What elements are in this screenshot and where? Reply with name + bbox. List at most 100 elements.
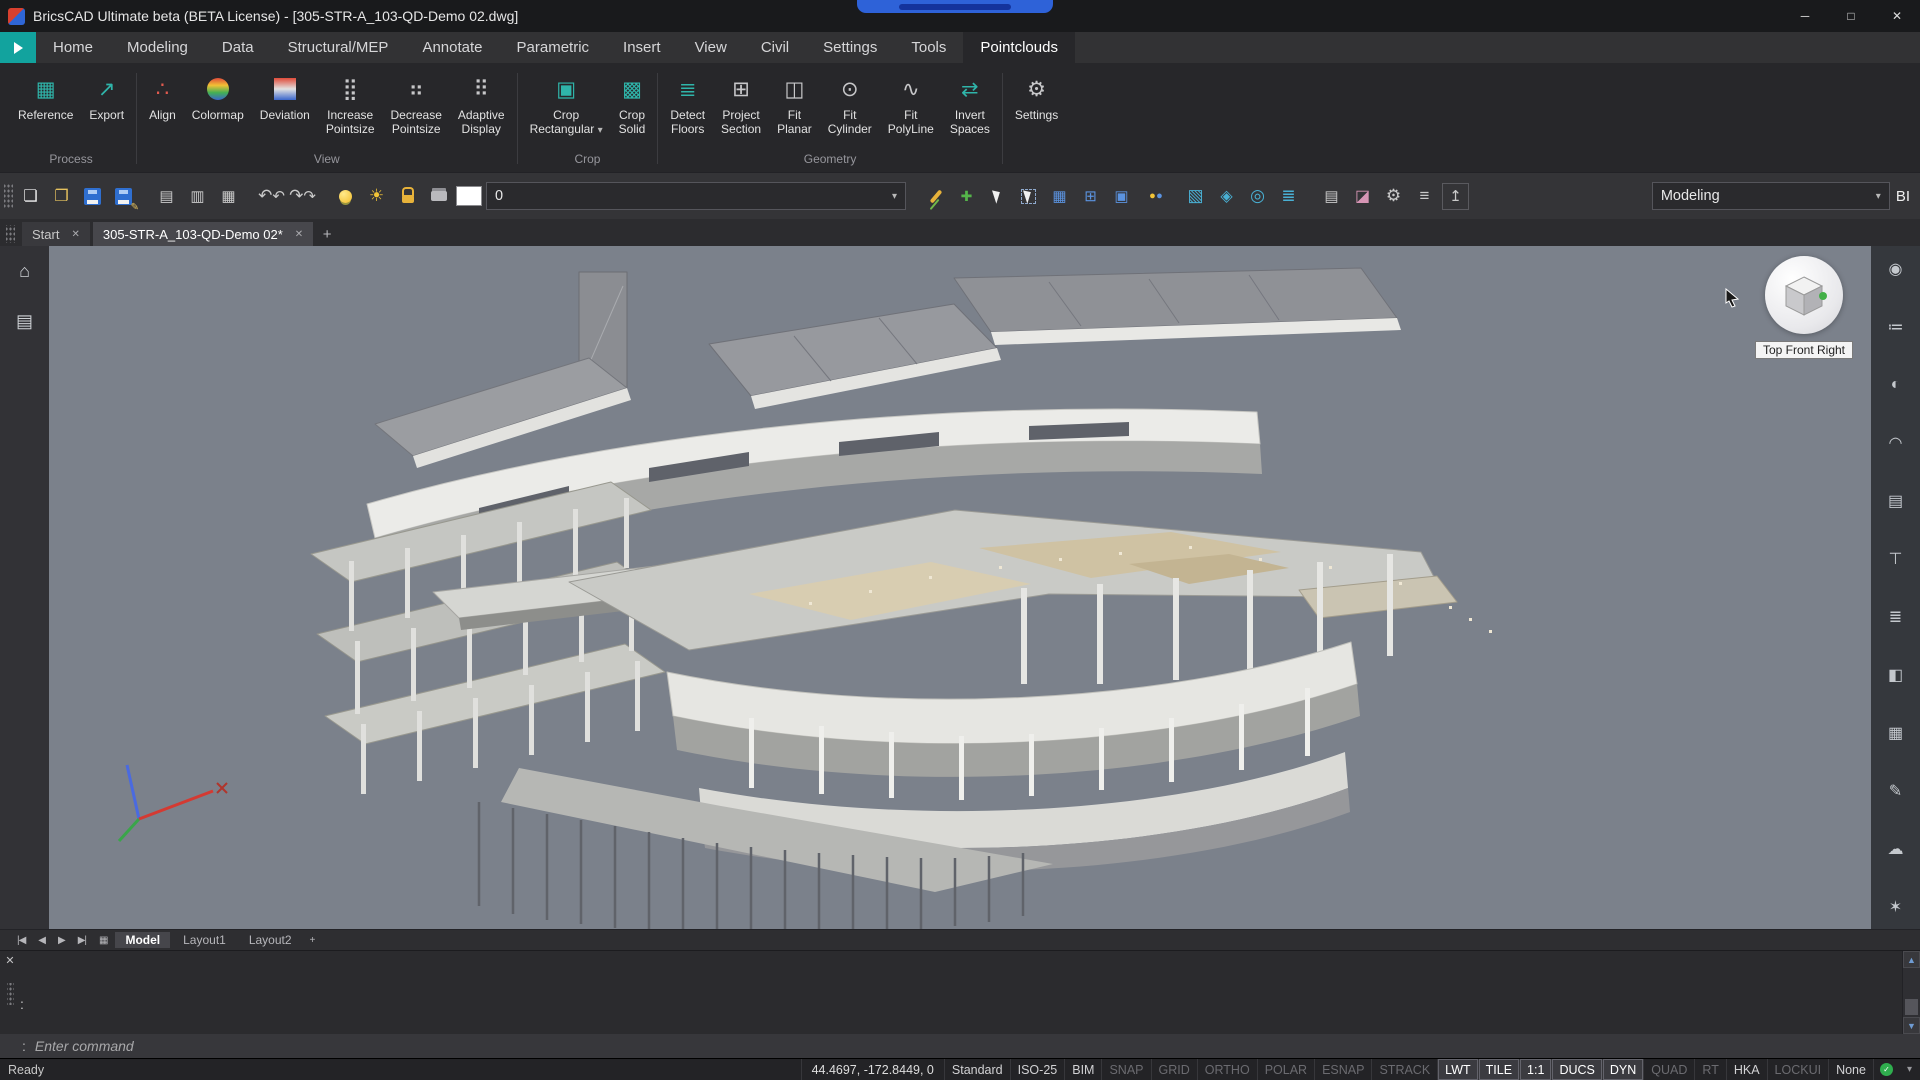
layers-icon[interactable] [1881, 606, 1911, 628]
detect-floors-button[interactable]: ≣DetectFloors [662, 70, 713, 139]
menu-tab-settings[interactable]: Settings [806, 32, 894, 63]
status-toggle-esnap[interactable]: ESNAP [1314, 1059, 1371, 1080]
open-file-icon[interactable] [48, 183, 75, 210]
structure-panel-icon[interactable]: ▤ [10, 310, 40, 332]
status-toggle-quad[interactable]: QUAD [1643, 1059, 1694, 1080]
status-toggle-ducs[interactable]: DUCS [1551, 1059, 1601, 1080]
print-icon[interactable] [425, 183, 452, 210]
menu-tab-modeling[interactable]: Modeling [110, 32, 205, 63]
status-toggle-ortho[interactable]: ORTHO [1197, 1059, 1257, 1080]
workspace-dropdown-icon[interactable]: ▾ [1876, 191, 1881, 202]
toolbar-settings-gear-icon[interactable] [1380, 183, 1407, 210]
status-chevron-icon[interactable]: ▾ [1899, 1059, 1920, 1080]
menu-tab-parametric[interactable]: Parametric [500, 32, 607, 63]
reference-button[interactable]: ▦Reference [10, 70, 81, 139]
layout-tab-layout2[interactable]: Layout2 [239, 932, 302, 948]
torus-3d-icon[interactable] [1244, 183, 1271, 210]
grid-icon[interactable] [1881, 490, 1911, 512]
doc-tab-start[interactable]: Start ✕ [22, 222, 90, 246]
menu-tab-insert[interactable]: Insert [606, 32, 678, 63]
command-input-row[interactable]: : Enter command [0, 1034, 1920, 1058]
status-toggle-iso25[interactable]: ISO-25 [1010, 1059, 1065, 1080]
bricscad-menu-button[interactable] [0, 32, 36, 63]
bulb-icon[interactable] [1881, 258, 1911, 280]
status-toggle-bim[interactable]: BIM [1064, 1059, 1101, 1080]
workspace-combo[interactable]: Modeling ▾ [1652, 182, 1890, 210]
status-toggle-standard[interactable]: Standard [944, 1059, 1010, 1080]
invert-spaces-button[interactable]: ⇄InvertSpaces [942, 70, 998, 139]
toolbar-grip[interactable] [4, 183, 13, 209]
select-cursor-icon[interactable] [984, 183, 1011, 210]
close-tab-icon[interactable]: ✕ [295, 229, 303, 240]
increase-pointsize-button[interactable]: ⣿IncreasePointsize [318, 70, 383, 139]
status-toggle-lwt[interactable]: LWT [1437, 1059, 1477, 1080]
menu-tab-data[interactable]: Data [205, 32, 271, 63]
status-toggle-scale[interactable]: 1:1 [1519, 1059, 1551, 1080]
sun-icon[interactable] [363, 183, 390, 210]
status-toggle-hka[interactable]: HKA [1726, 1059, 1767, 1080]
menu-tab-annotate[interactable]: Annotate [405, 32, 499, 63]
view-cube-circle[interactable] [1765, 256, 1843, 334]
grid-display-icon-3[interactable] [1108, 183, 1135, 210]
first-layout-button[interactable]: |◀ [12, 935, 30, 946]
status-toggle-strack[interactable]: STRACK [1371, 1059, 1437, 1080]
project-section-button[interactable]: ⊞ProjectSection [713, 70, 769, 139]
box-3d-icon[interactable] [1182, 183, 1209, 210]
crop-solid-button[interactable]: ▩CropSolid [611, 70, 654, 139]
grid-display-icon-2[interactable] [1077, 183, 1104, 210]
export-up-icon[interactable] [1442, 183, 1469, 210]
menu-tab-structural-mep[interactable]: Structural/MEP [271, 32, 406, 63]
lock-icon[interactable] [394, 183, 421, 210]
stack-3d-icon[interactable] [1275, 183, 1302, 210]
adaptive-display-button[interactable]: ⠿AdaptiveDisplay [450, 70, 513, 139]
status-indicator[interactable]: ✓ [1873, 1059, 1899, 1080]
tabbar-grip[interactable] [6, 225, 15, 243]
command-input-placeholder[interactable]: Enter command [35, 1038, 134, 1054]
close-tab-icon[interactable]: ✕ [71, 229, 79, 240]
status-toggle-grid[interactable]: GRID [1151, 1059, 1197, 1080]
cloud-icon[interactable] [1881, 838, 1911, 860]
blocks-icon[interactable] [1881, 722, 1911, 744]
align-button[interactable]: ∴Align [141, 70, 184, 139]
star-icon[interactable] [1881, 896, 1911, 918]
status-annotation-none[interactable]: None [1828, 1059, 1873, 1080]
crop-rectangular-button[interactable]: ▣CropRectangular ▾ [522, 70, 611, 139]
scroll-down-icon[interactable]: ▼ [1903, 1017, 1920, 1034]
status-toggle-polar[interactable]: POLAR [1257, 1059, 1314, 1080]
prev-layout-button[interactable]: ◀ [33, 935, 50, 946]
close-button[interactable]: ✕ [1874, 0, 1920, 32]
layout-tab-layout1[interactable]: Layout1 [173, 932, 236, 948]
new-tab-button[interactable]: + [316, 223, 338, 245]
layer-combo[interactable]: 0 ▾ [486, 182, 906, 210]
eraser-icon[interactable] [1349, 183, 1376, 210]
broom-icon[interactable] [922, 183, 949, 210]
scroll-up-icon[interactable]: ▲ [1903, 951, 1920, 968]
decrease-pointsize-button[interactable]: ⠶DecreasePointsize [383, 70, 450, 139]
light-on-icon[interactable] [332, 183, 359, 210]
status-toggle-rt[interactable]: RT [1694, 1059, 1725, 1080]
last-layout-button[interactable]: ▶| [73, 935, 91, 946]
menu-tab-civil[interactable]: Civil [744, 32, 806, 63]
table-list-icon[interactable] [1318, 183, 1345, 210]
add-layout-button[interactable]: + [305, 935, 320, 946]
cube-icon[interactable] [1881, 664, 1911, 686]
sliders-icon[interactable] [1881, 316, 1911, 338]
view-cube[interactable]: Top Front Right [1749, 256, 1859, 359]
fit-planar-button[interactable]: ◫FitPlanar [769, 70, 820, 139]
command-scrollbar[interactable]: ▲ ▼ [1902, 951, 1920, 1034]
command-history[interactable]: : : _pointcloudreference Created link in… [20, 951, 1902, 1034]
select-window-icon[interactable] [1015, 183, 1042, 210]
minimize-button[interactable]: ─ [1782, 0, 1828, 32]
pencil-icon[interactable] [1881, 780, 1911, 802]
save-as-icon[interactable] [110, 183, 137, 210]
arc-icon[interactable] [1881, 432, 1911, 454]
deviation-button[interactable]: Deviation [252, 70, 318, 139]
print-preview-icon[interactable] [153, 183, 180, 210]
home-icon[interactable]: ⌂ [10, 260, 40, 282]
plot-icon[interactable] [215, 183, 242, 210]
layout-tab-model[interactable]: Model [115, 932, 170, 948]
colormap-button[interactable]: Colormap [184, 70, 252, 139]
status-toggle-dyn[interactable]: DYN [1602, 1059, 1643, 1080]
next-layout-button[interactable]: ▶ [53, 935, 70, 946]
save-icon[interactable] [79, 183, 106, 210]
